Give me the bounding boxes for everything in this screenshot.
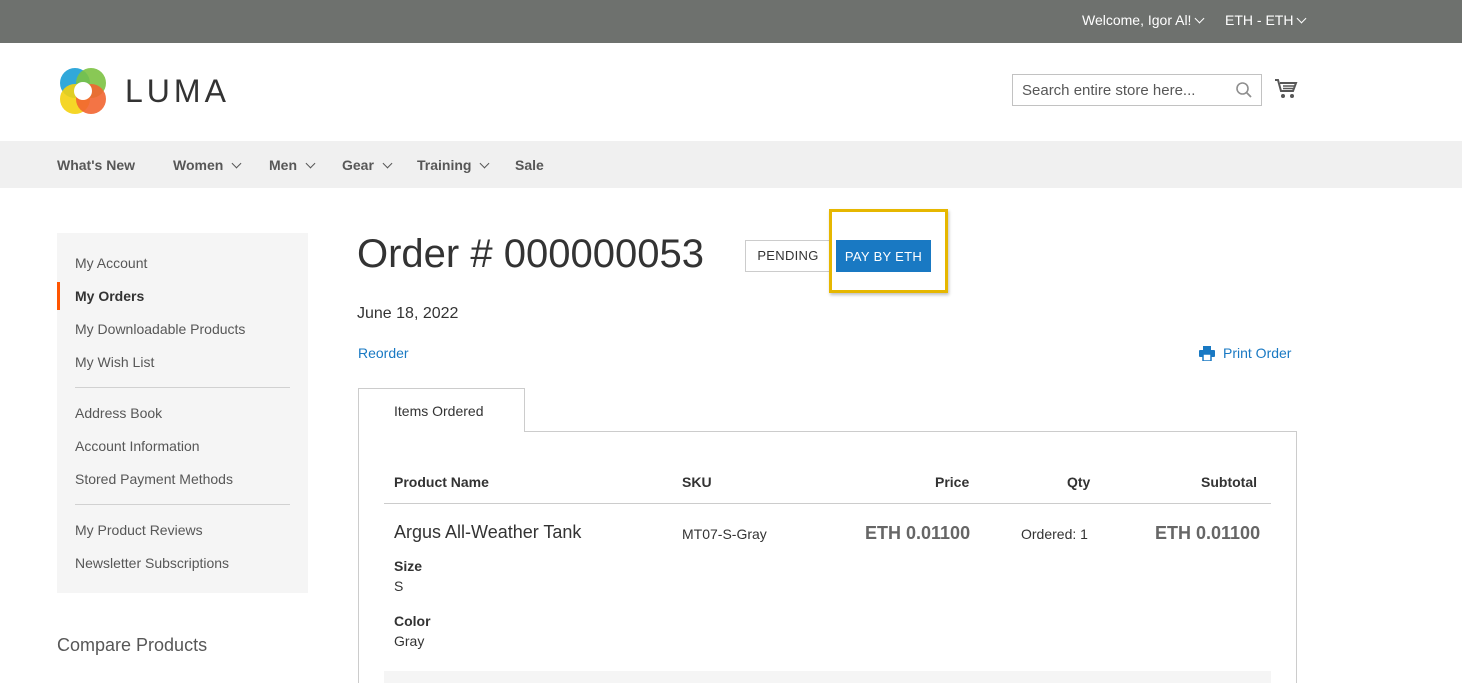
items-ordered-panel xyxy=(358,431,1297,683)
print-order-label: Print Order xyxy=(1223,345,1292,361)
printer-icon xyxy=(1199,345,1215,361)
sidebar-divider xyxy=(75,387,290,388)
sidebar-divider xyxy=(75,504,290,505)
order-date: June 18, 2022 xyxy=(357,305,459,322)
nav-item-label: Training xyxy=(417,157,472,173)
product-qty: Ordered: 1 xyxy=(1021,526,1088,542)
active-indicator xyxy=(57,282,60,310)
currency-switcher[interactable]: ETH - ETH xyxy=(1225,12,1307,28)
search-icon[interactable] xyxy=(1235,81,1253,99)
nav-item-label: Gear xyxy=(342,157,374,173)
option-label-color: Color xyxy=(394,613,431,629)
pay-by-eth-button[interactable]: PAY BY ETH xyxy=(836,240,931,272)
account-sidebar: My Account My Orders My Downloadable Pro… xyxy=(57,233,308,593)
chevron-down-icon xyxy=(382,158,393,169)
top-bar: Welcome, Igor Al! ETH - ETH xyxy=(0,0,1462,43)
tab-label: Items Ordered xyxy=(394,403,484,419)
store-logo[interactable]: LUMA xyxy=(57,65,227,117)
cart-icon[interactable] xyxy=(1274,78,1298,100)
column-header-product-name: Product Name xyxy=(394,474,489,490)
main-navigation: What's New Women Men Gear Training Sale xyxy=(0,141,1462,188)
product-price: ETH 0.01100 xyxy=(865,523,971,543)
sidebar-item-my-orders[interactable]: My Orders xyxy=(75,288,144,304)
column-header-price: Price xyxy=(935,474,970,490)
nav-item-label: Women xyxy=(173,157,224,173)
page-title: Order # 000000053 xyxy=(357,232,704,276)
nav-item-label: Sale xyxy=(515,157,544,173)
reorder-link[interactable]: Reorder xyxy=(358,345,409,361)
sidebar-item-product-reviews[interactable]: My Product Reviews xyxy=(75,522,203,538)
welcome-text: Welcome, Igor Al! xyxy=(1082,12,1192,28)
nav-item-whats-new[interactable]: What's New xyxy=(57,157,135,173)
search-input[interactable] xyxy=(1013,75,1223,105)
column-header-qty: Qty xyxy=(1067,474,1091,490)
column-header-sku: SKU xyxy=(682,474,712,490)
sidebar-item-downloadable-products[interactable]: My Downloadable Products xyxy=(75,321,245,337)
chevron-down-icon xyxy=(231,158,242,169)
option-value-size: S xyxy=(394,578,404,594)
table-header-divider xyxy=(384,503,1271,504)
nav-item-training[interactable]: Training xyxy=(417,157,490,173)
compare-products-title: Compare Products xyxy=(57,635,208,655)
nav-item-gear[interactable]: Gear xyxy=(342,157,393,173)
column-header-subtotal: Subtotal xyxy=(1201,474,1257,490)
table-footer xyxy=(384,671,1271,683)
sidebar-item-newsletter-subscriptions[interactable]: Newsletter Subscriptions xyxy=(75,555,229,571)
nav-item-label: What's New xyxy=(57,157,136,173)
product-sku: MT07-S-Gray xyxy=(682,526,767,542)
chevron-down-icon xyxy=(480,158,490,169)
product-name: Argus All-Weather Tank xyxy=(394,522,582,542)
sidebar-item-stored-payment-methods[interactable]: Stored Payment Methods xyxy=(75,471,233,487)
customer-menu-toggle[interactable]: Welcome, Igor Al! xyxy=(1082,12,1205,28)
tab-items-ordered[interactable]: Items Ordered xyxy=(358,388,525,432)
logo-wordmark: LUMA xyxy=(125,73,230,109)
nav-item-men[interactable]: Men xyxy=(269,157,316,173)
page-header: LUMA xyxy=(0,43,1462,141)
print-order-link[interactable]: Print Order xyxy=(1199,345,1291,361)
order-status-badge: PENDING xyxy=(745,240,831,272)
sidebar-item-account-information[interactable]: Account Information xyxy=(75,438,200,454)
chevron-down-icon xyxy=(1195,13,1205,24)
luma-logo-icon xyxy=(60,68,106,114)
search-box xyxy=(1012,74,1262,106)
chevron-down-icon xyxy=(1297,13,1307,24)
chevron-down-icon xyxy=(305,158,316,169)
option-label-size: Size xyxy=(394,558,423,574)
option-value-color: Gray xyxy=(394,633,425,649)
nav-item-sale[interactable]: Sale xyxy=(515,157,544,173)
nav-item-label: Men xyxy=(269,157,297,173)
currency-label: ETH - ETH xyxy=(1225,12,1294,28)
nav-item-women[interactable]: Women xyxy=(173,157,242,173)
sidebar-item-address-book[interactable]: Address Book xyxy=(75,405,162,421)
sidebar-item-my-account[interactable]: My Account xyxy=(75,255,147,271)
product-subtotal: ETH 0.01100 xyxy=(1155,523,1261,543)
sidebar-item-wish-list[interactable]: My Wish List xyxy=(75,354,154,370)
